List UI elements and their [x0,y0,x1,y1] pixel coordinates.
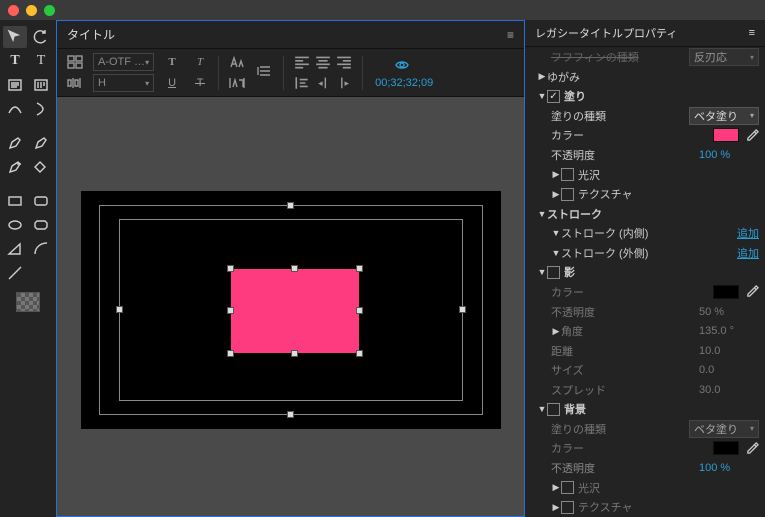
chevron-down-icon[interactable]: ▼ [537,404,547,414]
panel-title: タイトル [67,26,115,43]
timecode[interactable]: 00;32;32;09 [375,77,433,89]
fill-section[interactable]: ▼ ✓ 塗り [525,87,765,107]
delete-anchor-tool[interactable] [3,156,27,178]
fill-swatch[interactable] [16,292,40,312]
panel-menu-icon[interactable]: ≡ [507,28,514,42]
maximize-window-button[interactable] [44,5,55,16]
ellipse-tool[interactable] [3,214,27,236]
eyedropper-icon[interactable] [745,128,759,142]
chevron-right-icon[interactable]: ▶ [551,482,561,493]
window-titlebar [0,0,765,20]
stroke-outer-row[interactable]: ▼ ストローク (外側) 追加 [525,243,765,263]
title-toolbar: A-OTF …▾ H▾ T U T T [57,49,524,97]
bg-texture-checkbox[interactable] [561,501,574,514]
chevron-down-icon[interactable]: ▼ [537,91,547,101]
font-style-select[interactable]: H▾ [93,74,154,92]
styles-button[interactable] [65,53,85,71]
add-inner-stroke-link[interactable]: 追加 [737,225,759,241]
rectangle-tool[interactable] [3,190,27,212]
texture-checkbox[interactable] [561,188,574,201]
align-right-button[interactable] [334,53,354,71]
eyedropper-icon[interactable] [745,441,759,455]
minimize-window-button[interactable] [26,5,37,16]
vertical-area-type-tool[interactable] [29,74,53,96]
type-tool[interactable]: T [3,50,27,72]
fill-color-swatch[interactable] [713,128,739,142]
fill-sheen-row[interactable]: ▶ 光沢 [525,165,765,185]
fill-checkbox[interactable]: ✓ [547,90,560,103]
selection-tool[interactable] [3,26,27,48]
font-size-button[interactable] [227,53,247,71]
arc-tool[interactable] [29,238,53,260]
align-left-button[interactable] [292,53,312,71]
pen-tool[interactable] [3,132,27,154]
spacer [29,262,53,284]
font-family-select[interactable]: A-OTF …▾ [93,53,154,71]
vertical-path-type-tool[interactable] [29,98,53,120]
truncated-row: フフフィンの種類 反刃応▾ [525,47,765,67]
properties-menu-icon[interactable]: ≡ [749,27,755,39]
close-window-button[interactable] [8,5,19,16]
eyedropper-icon[interactable] [745,285,759,299]
shadow-checkbox[interactable] [547,266,560,279]
chevron-down-icon[interactable]: ▼ [537,209,547,219]
properties-title: レガシータイトルプロパティ [535,25,677,41]
area-type-tool[interactable] [3,74,27,96]
add-outer-stroke-link[interactable]: 追加 [737,245,759,261]
canvas[interactable] [57,97,524,516]
bg-color-swatch[interactable] [713,441,739,455]
next-button[interactable]: ┃▸ [334,74,354,92]
rounded-rectangle-tool[interactable] [29,190,53,212]
align-center-button[interactable] [313,53,333,71]
wedge-tool[interactable] [3,238,27,260]
shadow-color-swatch[interactable] [713,285,739,299]
italic-button[interactable]: T [190,53,210,71]
sheen-checkbox[interactable] [561,168,574,181]
show-video-button[interactable] [392,56,412,74]
tool-sidebar: T T [0,20,56,517]
fill-color-row[interactable]: カラー [525,126,765,146]
fill-type-select[interactable]: ベタ塗り▾ [689,107,759,125]
fill-type-row[interactable]: 塗りの種類 ベタ塗り▾ [525,106,765,126]
tab-button[interactable] [65,74,85,92]
leading-button[interactable] [255,62,275,80]
stage[interactable] [81,191,501,429]
bg-checkbox[interactable] [547,403,560,416]
chevron-right-icon[interactable]: ▶ [551,326,561,337]
properties-panel: レガシータイトルプロパティ ≡ フフフィンの種類 反刃応▾ ▶ ゆがみ ▼ ✓ … [525,20,765,517]
underline-button[interactable]: U [162,74,182,92]
shadow-section[interactable]: ▼ 影 [525,263,765,283]
stroke-section[interactable]: ▼ ストローク [525,204,765,224]
bg-type-select[interactable]: ベタ塗り▾ [689,420,759,438]
bold-button[interactable]: T [162,53,182,71]
chevron-right-icon[interactable]: ▶ [551,169,561,180]
chevron-down-icon[interactable]: ▼ [551,228,561,238]
rotate-tool[interactable] [29,26,53,48]
prev-button[interactable]: ◂┃ [313,74,333,92]
distort-row[interactable]: ▶ ゆがみ [525,67,765,87]
bg-sheen-checkbox[interactable] [561,481,574,494]
strike-button[interactable]: T [190,74,210,92]
chevron-right-icon[interactable]: ▶ [537,71,547,82]
line-tool[interactable] [3,262,27,284]
fill-opacity-row[interactable]: 不透明度 100 % [525,145,765,165]
vertical-type-tool[interactable]: T [29,50,53,72]
chevron-right-icon[interactable]: ▶ [551,189,561,200]
chevron-right-icon[interactable]: ▶ [551,502,561,513]
dist-left-button[interactable] [292,74,312,92]
chevron-down-icon[interactable]: ▼ [537,267,547,277]
fill-texture-row[interactable]: ▶ テクスチャ [525,184,765,204]
bg-section[interactable]: ▼ 背景 [525,400,765,420]
title-panel: タイトル ≡ A-OTF …▾ H▾ T U T T [56,20,525,517]
stroke-inner-row[interactable]: ▼ ストローク (内側) 追加 [525,223,765,243]
add-anchor-tool[interactable] [29,132,53,154]
convert-anchor-tool[interactable] [29,156,53,178]
chevron-down-icon[interactable]: ▼ [551,248,561,258]
clipped-rectangle-tool[interactable] [29,214,53,236]
kerning-button[interactable] [227,74,247,92]
path-type-tool[interactable] [3,98,27,120]
rectangle-shape[interactable] [231,269,359,353]
